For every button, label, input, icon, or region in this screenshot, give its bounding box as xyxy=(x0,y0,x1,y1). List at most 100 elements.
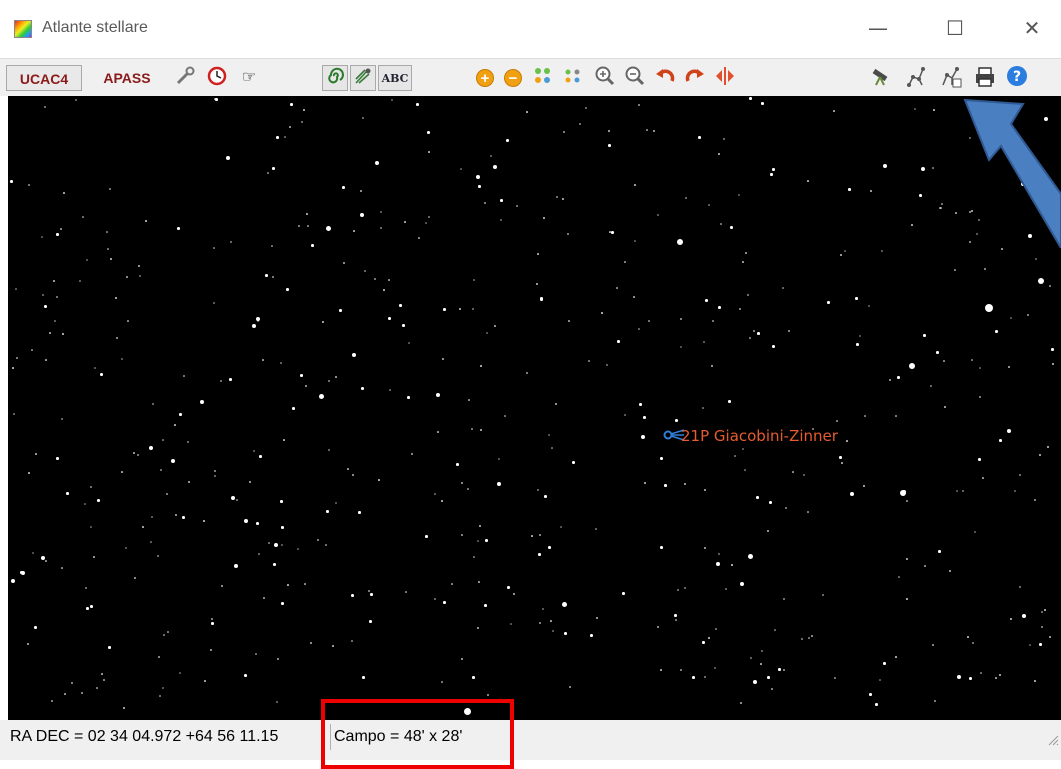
star xyxy=(380,211,382,213)
star xyxy=(56,296,58,298)
star xyxy=(778,668,781,671)
star xyxy=(712,320,714,322)
star xyxy=(276,701,278,703)
star xyxy=(188,481,190,483)
star xyxy=(138,265,140,267)
spiral-galaxy-icon[interactable] xyxy=(322,65,348,91)
rotate-left-icon[interactable] xyxy=(652,65,678,91)
resize-grip-icon[interactable] xyxy=(1047,734,1059,746)
star xyxy=(480,365,482,367)
star xyxy=(500,219,502,221)
star xyxy=(150,541,152,543)
bigger-stars-icon[interactable] xyxy=(530,65,556,91)
star xyxy=(311,244,314,247)
star xyxy=(411,453,413,455)
star xyxy=(708,637,710,639)
printer-icon[interactable] xyxy=(972,65,998,91)
apass-button[interactable]: APASS xyxy=(92,65,162,91)
zoom-in-circle-icon[interactable]: + xyxy=(472,65,498,91)
rotate-right-icon[interactable] xyxy=(682,65,708,91)
star xyxy=(82,216,84,218)
star xyxy=(507,586,510,589)
star xyxy=(569,686,571,688)
magnify-plus-icon[interactable] xyxy=(592,65,618,91)
star xyxy=(616,287,618,289)
star xyxy=(428,151,430,153)
star xyxy=(556,196,558,198)
star xyxy=(906,598,908,600)
flip-icon[interactable] xyxy=(712,65,738,91)
star xyxy=(868,305,870,307)
star xyxy=(1007,429,1011,433)
star xyxy=(932,167,934,169)
star xyxy=(531,535,533,537)
star xyxy=(725,588,727,590)
star xyxy=(933,109,935,111)
star xyxy=(859,335,861,337)
close-button[interactable]: ✕ xyxy=(1009,10,1055,46)
star xyxy=(526,111,528,113)
star xyxy=(684,587,686,589)
star xyxy=(60,228,62,230)
star xyxy=(972,642,974,644)
star xyxy=(767,530,769,532)
pointing-hand-icon[interactable]: ☞ xyxy=(236,65,262,91)
maximize-button[interactable]: ☐ xyxy=(932,10,978,46)
star xyxy=(978,458,981,461)
star xyxy=(442,358,444,360)
star xyxy=(560,526,562,528)
star xyxy=(657,214,659,216)
star xyxy=(1038,278,1044,284)
abc-labels-button[interactable]: ABC xyxy=(378,65,412,91)
star xyxy=(63,192,65,194)
smaller-stars-icon[interactable] xyxy=(560,65,586,91)
help-icon[interactable]: ? xyxy=(1004,65,1030,91)
star-chart-canvas[interactable]: 21P Giacobini-Zinner xyxy=(8,96,1061,720)
star xyxy=(126,276,128,278)
star xyxy=(443,601,446,604)
wrench-icon[interactable] xyxy=(172,65,198,91)
star xyxy=(744,469,746,471)
star xyxy=(158,656,160,658)
star xyxy=(728,400,731,403)
zoom-out-circle-icon[interactable]: − xyxy=(500,65,526,91)
star xyxy=(914,108,916,110)
star xyxy=(174,424,176,426)
star xyxy=(608,144,611,147)
comet-filter-icon[interactable] xyxy=(350,65,376,91)
telescope-icon[interactable] xyxy=(868,65,894,91)
star xyxy=(827,301,830,304)
star xyxy=(680,669,682,671)
star xyxy=(572,461,575,464)
star xyxy=(516,205,518,207)
star xyxy=(869,693,872,696)
star xyxy=(749,337,751,339)
constellation-settings-icon[interactable] xyxy=(938,65,964,91)
star xyxy=(1034,680,1036,682)
star xyxy=(244,674,247,677)
star xyxy=(563,131,565,133)
minimize-button[interactable]: — xyxy=(855,10,901,46)
star xyxy=(1041,611,1043,613)
star xyxy=(34,626,37,629)
star xyxy=(898,576,900,578)
star xyxy=(35,453,37,455)
star xyxy=(304,583,306,585)
star xyxy=(213,247,215,249)
constellation-icon[interactable] xyxy=(904,65,930,91)
star xyxy=(157,555,159,557)
star xyxy=(253,450,255,452)
magnify-minus-icon[interactable] xyxy=(622,65,648,91)
star xyxy=(1044,609,1046,611)
star xyxy=(906,558,908,560)
star xyxy=(895,656,897,658)
ucac4-button[interactable]: UCAC4 xyxy=(6,65,82,91)
star xyxy=(720,223,722,225)
star xyxy=(90,486,92,488)
star xyxy=(708,204,710,206)
star xyxy=(740,582,744,586)
star xyxy=(408,342,410,344)
star xyxy=(335,376,337,378)
star xyxy=(325,544,327,546)
clock-icon[interactable] xyxy=(204,65,230,91)
